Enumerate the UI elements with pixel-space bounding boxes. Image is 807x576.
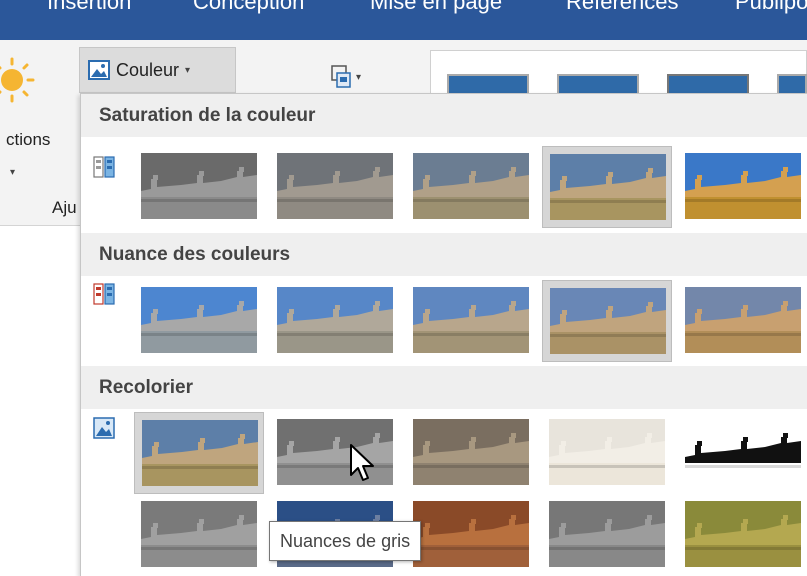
couleur-button-label: Couleur [116,59,180,80]
tone-icon [93,283,115,305]
castle-preview-image [413,287,529,353]
corrections-dropdown-arrow[interactable]: ▾ [10,167,15,178]
ribbon-tab-bar: Insertion Conception Mise en page Référe… [0,0,807,40]
tab-publipostage[interactable]: Publipo [735,0,807,13]
castle-preview-image [685,153,801,219]
color-option-thumbnail[interactable] [678,494,807,576]
color-option-thumbnail[interactable] [542,146,672,228]
saturation-icon [93,156,115,178]
tab-references[interactable]: Références [566,0,679,13]
color-option-thumbnail[interactable] [406,412,536,494]
recolor-icon [93,417,115,439]
section-title: Recolorier [99,377,193,398]
castle-preview-image [277,287,393,353]
castle-preview-image [549,419,665,485]
tab-conception[interactable]: Conception [193,0,304,13]
castle-preview-image [550,154,666,220]
tooltip: Nuances de gris [269,521,422,561]
section-header-recolorier: Recolorier [81,366,807,409]
color-option-thumbnail[interactable] [270,146,400,228]
castle-preview-image [141,153,257,219]
castle-preview-image [413,501,529,567]
couleur-dropdown-menu: Saturation de la couleur Nuance des coul… [80,93,807,576]
chevron-down-icon: ▾ [185,64,191,76]
color-option-thumbnail[interactable] [406,280,536,362]
castle-preview-image [550,288,666,354]
corrections-sun-icon[interactable] [0,56,36,104]
couleur-button[interactable]: Couleur ▾ [79,47,236,93]
color-option-thumbnail[interactable] [542,494,672,576]
castle-preview-image [413,419,529,485]
color-option-thumbnail[interactable] [270,280,400,362]
color-option-thumbnail[interactable] [678,146,807,228]
artistic-effects-button[interactable]: ▾ [330,62,390,92]
section-header-nuance: Nuance des couleurs [81,233,807,276]
color-option-thumbnail[interactable] [542,412,672,494]
section-title: Saturation de la couleur [99,105,316,126]
artistic-effects-icon [331,65,351,88]
mouse-cursor-icon [350,444,374,481]
color-option-thumbnail[interactable] [542,280,672,362]
picture-color-icon [88,60,110,80]
section-header-saturation: Saturation de la couleur [81,94,807,137]
castle-preview-image [277,153,393,219]
tab-mise-en-page[interactable]: Mise en page [370,0,502,13]
castle-preview-image [141,501,257,567]
section-title: Nuance des couleurs [99,244,291,265]
corrections-label[interactable]: ctions [6,130,50,150]
castle-preview-image [685,287,801,353]
color-option-thumbnail[interactable] [406,146,536,228]
color-option-thumbnail[interactable] [134,146,264,228]
castle-preview-image [413,153,529,219]
castle-preview-image [685,419,801,485]
castle-preview-image [141,287,257,353]
color-option-thumbnail[interactable] [406,494,536,576]
ajuster-group-label: Aju [52,198,77,217]
color-option-thumbnail[interactable] [678,412,807,494]
color-option-thumbnail[interactable] [134,412,264,494]
castle-preview-image [685,501,801,567]
color-option-thumbnail[interactable] [134,494,264,576]
color-option-thumbnail[interactable] [134,280,264,362]
castle-preview-image [142,420,258,486]
color-option-thumbnail[interactable] [678,280,807,362]
tab-insertion[interactable]: Insertion [47,0,131,13]
chevron-down-icon: ▾ [356,71,362,83]
castle-preview-image [549,501,665,567]
color-option-thumbnail[interactable] [270,412,400,494]
